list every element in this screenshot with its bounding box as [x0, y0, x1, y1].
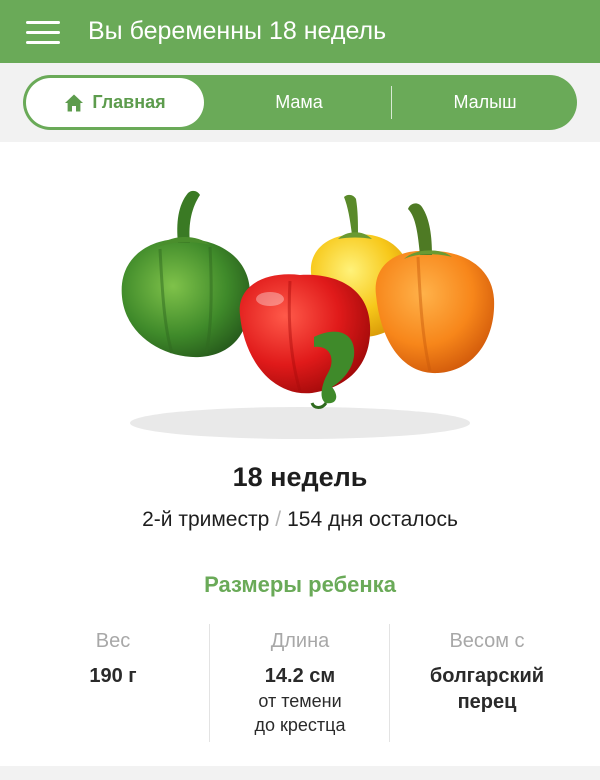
- stat-weight-label: Вес: [95, 630, 131, 652]
- segmented-tabs: Главная Мама Малыш: [23, 75, 577, 130]
- tab-home[interactable]: Главная: [26, 78, 204, 127]
- trimester-label: 2-й триместр: [142, 508, 270, 531]
- hamburger-menu-icon[interactable]: [26, 20, 60, 46]
- baby-stats: Вес 190 г Длина 14.2 см от темени до кре…: [20, 620, 580, 745]
- app-screen: Вы беременны 18 недель Главная Мама Малы…: [0, 0, 600, 780]
- stat-comparison-value-1: болгарский: [429, 665, 545, 687]
- week-title: 18 недель: [232, 462, 368, 492]
- red-pepper: [239, 274, 371, 409]
- tab-bar-area: Главная Мама Малыш: [0, 63, 600, 142]
- tab-baby-label: Малыш: [453, 92, 517, 112]
- bottom-strip: [0, 766, 600, 780]
- bell-peppers-photo: [121, 190, 495, 439]
- stat-comparison-label: Весом с: [449, 630, 525, 652]
- stat-length-value: 14.2 см: [264, 665, 336, 687]
- green-pepper: [121, 190, 251, 358]
- tab-home-label: Главная: [92, 92, 166, 112]
- stat-weight: Вес 190 г: [20, 620, 206, 745]
- app-header: Вы беременны 18 недель: [0, 0, 600, 63]
- week-card: 18 недель 2-й триместр/154 дня осталось …: [0, 142, 600, 766]
- stat-length-label: Длина: [270, 630, 330, 652]
- baby-sizes-title: Размеры ребенка: [204, 572, 396, 597]
- stat-weight-value: 190 г: [89, 665, 137, 687]
- stat-divider: [389, 624, 390, 742]
- stat-length: Длина 14.2 см от темени до крестца: [207, 620, 393, 745]
- stat-length-note-2: до крестца: [254, 715, 346, 735]
- home-icon: [65, 94, 84, 111]
- trimester-separator: /: [275, 508, 282, 531]
- stat-comparison-value-2: перец: [457, 691, 517, 713]
- trimester-line: 2-й триместр/154 дня осталось: [0, 508, 600, 532]
- tab-baby[interactable]: Малыш: [393, 75, 577, 130]
- tab-divider: [391, 86, 392, 119]
- stat-length-note-1: от темени: [258, 691, 342, 711]
- tab-mama-label: Мама: [275, 92, 323, 112]
- page-title: Вы беременны 18 недель: [88, 17, 387, 45]
- days-remaining: 154 дня осталось: [287, 508, 458, 531]
- tab-mama[interactable]: Мама: [208, 75, 390, 130]
- stat-size-comparison: Весом с болгарский перец: [394, 620, 580, 745]
- orange-pepper: [375, 203, 495, 374]
